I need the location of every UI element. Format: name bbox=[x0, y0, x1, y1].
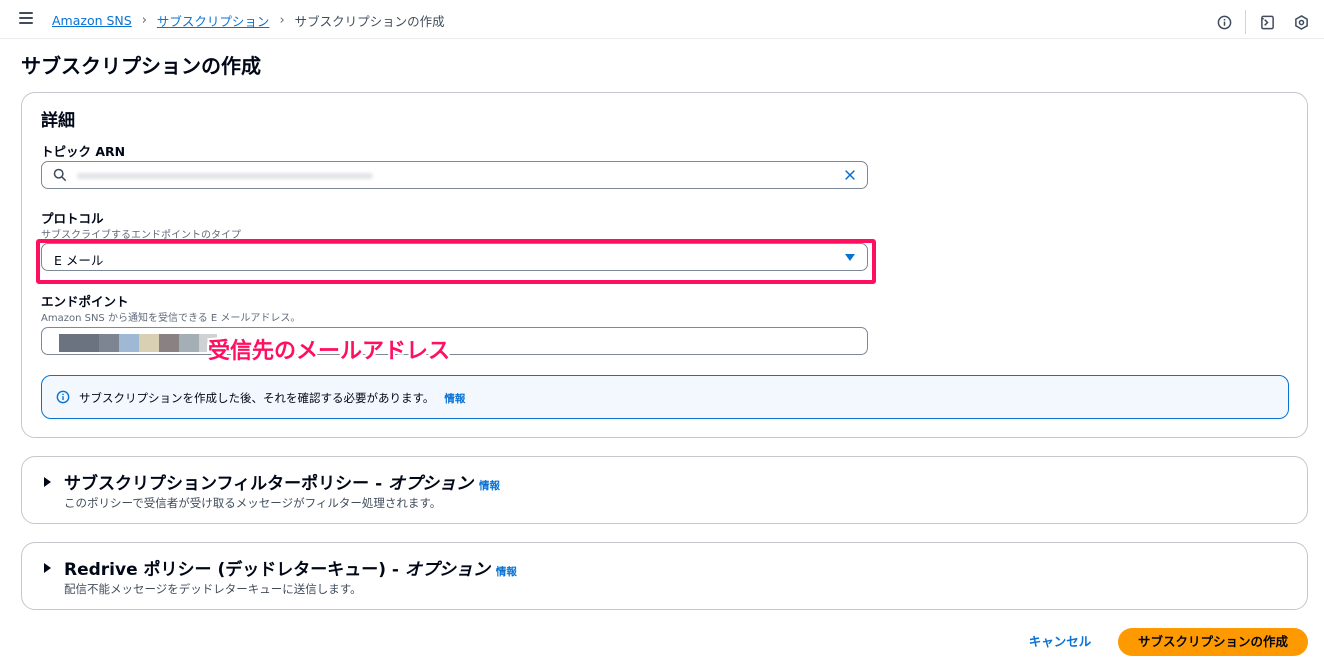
chevron-right-icon: › bbox=[141, 13, 147, 28]
breadcrumb-link-sns[interactable]: Amazon SNS bbox=[52, 13, 132, 28]
topic-arn-input[interactable] bbox=[41, 161, 868, 189]
clear-icon[interactable] bbox=[843, 168, 857, 182]
endpoint-input[interactable] bbox=[41, 327, 868, 355]
obscured-swatch bbox=[99, 334, 119, 352]
page-title: サブスクリプションの作成 bbox=[21, 54, 261, 78]
info-icon[interactable] bbox=[1215, 13, 1233, 31]
protocol-select[interactable]: E メール bbox=[41, 243, 868, 271]
search-icon bbox=[53, 168, 67, 182]
endpoint-label: エンドポイント bbox=[41, 294, 129, 309]
redrive-policy-optional: オプション bbox=[404, 560, 490, 580]
filter-policy-info-link[interactable]: 情報 bbox=[479, 480, 500, 492]
breadcrumb-link-subscriptions[interactable]: サブスクリプション bbox=[157, 11, 270, 30]
redrive-policy-title[interactable]: Redrive ポリシー (デッドレターキュー) - オプション 情報 bbox=[64, 555, 517, 580]
caret-down-icon bbox=[845, 254, 855, 261]
protocol-description: サブスクライブするエンドポイントのタイプ bbox=[41, 230, 241, 241]
info-circle-icon bbox=[56, 390, 70, 404]
obscured-swatch bbox=[139, 334, 159, 352]
endpoint-description: Amazon SNS から通知を受信できる E メールアドレス。 bbox=[41, 313, 301, 324]
info-alert: サブスクリプションを作成した後、それを確認する必要があります。 情報 bbox=[41, 375, 1289, 419]
expand-caret-icon[interactable] bbox=[44, 563, 51, 573]
cancel-button[interactable]: キャンセル bbox=[1020, 628, 1100, 656]
obscured-swatch bbox=[59, 334, 99, 352]
redrive-policy-info-link[interactable]: 情報 bbox=[496, 566, 517, 578]
settings-hexagon-icon[interactable] bbox=[1292, 13, 1310, 31]
top-navigation-bar: Amazon SNS › サブスクリプション › サブスクリプションの作成 bbox=[0, 0, 1324, 39]
top-right-tools bbox=[1215, 10, 1310, 34]
filter-policy-title[interactable]: サブスクリプションフィルターポリシー - オプション 情報 bbox=[64, 469, 500, 494]
chevron-right-icon: › bbox=[279, 13, 285, 28]
details-container: 詳細 トピック ARN プロトコル サブスクライブするエンドポイントのタイプ E… bbox=[21, 92, 1308, 438]
redrive-policy-title-text: Redrive ポリシー (デッドレターキュー) - bbox=[64, 560, 405, 580]
obscured-arn-value bbox=[77, 173, 373, 179]
filter-policy-section[interactable]: サブスクリプションフィルターポリシー - オプション 情報 このポリシーで受信者が… bbox=[21, 456, 1308, 524]
obscured-swatch bbox=[159, 334, 179, 352]
protocol-label: プロトコル bbox=[41, 211, 104, 226]
filter-policy-title-text: サブスクリプションフィルターポリシー - bbox=[64, 474, 389, 494]
info-alert-message: サブスクリプションを作成した後、それを確認する必要があります。 bbox=[79, 391, 435, 405]
redrive-policy-section[interactable]: Redrive ポリシー (デッドレターキュー) - オプション 情報 配信不能メ… bbox=[21, 542, 1308, 610]
filter-policy-description: このポリシーで受信者が受け取るメッセージがフィルター処理されます。 bbox=[64, 496, 442, 510]
details-heading: 詳細 bbox=[41, 111, 75, 131]
protocol-selected-value: E メール bbox=[54, 253, 104, 268]
info-alert-text: サブスクリプションを作成した後、それを確認する必要があります。 情報 bbox=[79, 390, 465, 406]
info-alert-link[interactable]: 情報 bbox=[444, 393, 465, 405]
redrive-policy-description: 配信不能メッセージをデッドレターキューに送信します。 bbox=[64, 582, 362, 596]
obscured-email-value bbox=[59, 334, 217, 352]
annotation-label: 受信先のメールアドレス bbox=[208, 339, 451, 364]
notes-panel-icon[interactable] bbox=[1258, 13, 1276, 31]
create-subscription-button[interactable]: サブスクリプションの作成 bbox=[1118, 628, 1308, 656]
breadcrumb-current: サブスクリプションの作成 bbox=[294, 14, 445, 29]
breadcrumb: Amazon SNS › サブスクリプション › サブスクリプションの作成 bbox=[52, 11, 445, 30]
filter-policy-optional: オプション bbox=[388, 474, 474, 494]
obscured-swatch bbox=[119, 334, 139, 352]
obscured-swatch bbox=[179, 334, 199, 352]
hamburger-menu-icon[interactable] bbox=[19, 12, 33, 24]
expand-caret-icon[interactable] bbox=[44, 477, 51, 487]
topic-arn-label: トピック ARN bbox=[41, 144, 126, 159]
toolbar-divider bbox=[1245, 10, 1246, 34]
